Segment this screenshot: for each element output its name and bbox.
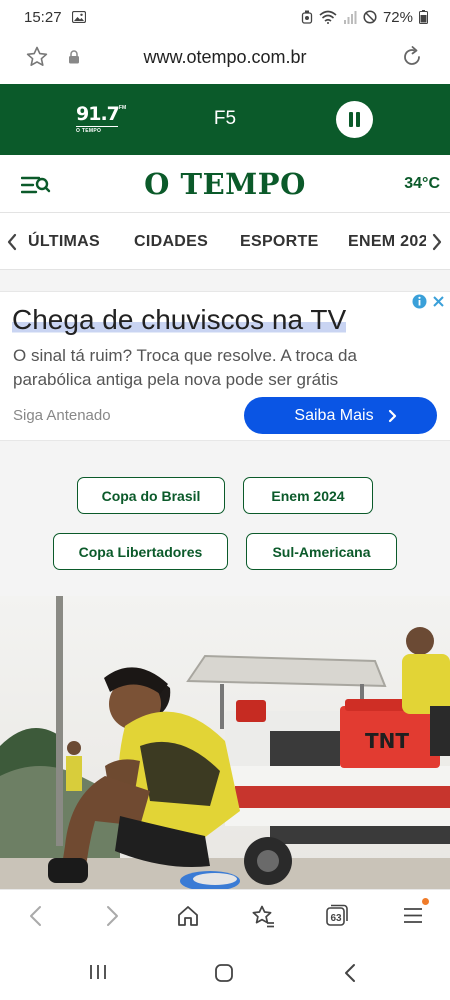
advertisement[interactable]: Chega de chuviscos na TV O sinal tá ruim… xyxy=(0,291,450,441)
pause-icon-bar-right xyxy=(356,112,360,127)
topic-chip-copa-libertadores[interactable]: Copa Libertadores xyxy=(53,533,228,570)
pause-icon-bar-left xyxy=(349,112,353,127)
bookmarks-icon[interactable] xyxy=(250,904,276,928)
radio-player-bar: 91.7FM O TEMPO F5 xyxy=(0,84,450,155)
notification-dot xyxy=(422,898,429,905)
nav-item-ultimas[interactable]: ÚLTIMAS xyxy=(28,233,100,251)
browser-address-bar: www.otempo.com.br xyxy=(0,34,450,84)
back-icon[interactable] xyxy=(26,904,46,928)
ad-headline-text: Chega de chuviscos na TV xyxy=(12,304,347,335)
battery-percent: 72% xyxy=(382,8,413,26)
radio-station-name: F5 xyxy=(213,108,237,129)
ad-body: O sinal tá ruim? Troca que resolve. A tr… xyxy=(13,346,357,389)
status-time: 15:27 xyxy=(24,8,62,26)
chevron-right-icon xyxy=(388,409,396,422)
url-field[interactable]: www.otempo.com.br xyxy=(0,47,450,68)
hamburger-menu-icon xyxy=(404,908,422,923)
ad-info-icon[interactable] xyxy=(411,293,428,310)
recent-apps-icon[interactable] xyxy=(88,963,108,981)
site-header: O TEMPO 34°C xyxy=(0,155,450,213)
status-bar: 15:27 72% xyxy=(0,0,450,34)
nav-item-esporte[interactable]: ESPORTE xyxy=(240,233,319,251)
ad-cta-label: Saiba Mais xyxy=(294,406,374,424)
alarm-icon xyxy=(301,10,313,24)
ad-cta-button[interactable]: Saiba Mais xyxy=(244,397,437,434)
topic-chip-copa-do-brasil[interactable]: Copa do Brasil xyxy=(77,477,225,514)
android-home-icon[interactable] xyxy=(214,963,234,983)
forward-icon[interactable] xyxy=(102,904,122,928)
tabs-button[interactable]: 63 xyxy=(326,904,348,926)
gallery-icon xyxy=(71,11,86,23)
temperature: 34°C xyxy=(404,175,440,192)
home-icon[interactable] xyxy=(176,904,200,928)
article-photo-image: TNT xyxy=(0,596,450,889)
nav-item-cidades[interactable]: CIDADES xyxy=(134,233,208,251)
pause-button[interactable] xyxy=(336,101,373,138)
tab-count: 63 xyxy=(330,912,342,924)
topic-chip-sul-americana[interactable]: Sul-Americana xyxy=(246,533,397,570)
ad-advertiser: Siga Antenado xyxy=(13,407,111,424)
ad-headline: Chega de chuviscos na TV xyxy=(12,304,347,336)
wifi-icon xyxy=(319,10,337,24)
cooler-label: TNT xyxy=(365,729,409,753)
do-not-disturb-icon xyxy=(363,10,377,24)
reload-icon[interactable] xyxy=(400,45,424,69)
signal-icon xyxy=(343,10,357,24)
browser-menu-button[interactable] xyxy=(402,898,429,926)
category-nav: ÚLTIMAS CIDADES ESPORTE ENEM 2024 xyxy=(0,214,450,270)
browser-toolbar: 63 xyxy=(0,889,450,945)
ad-close-icon[interactable] xyxy=(430,293,447,310)
topic-chip-enem-2024[interactable]: Enem 2024 xyxy=(243,477,373,514)
android-back-icon[interactable] xyxy=(342,963,358,983)
site-logo[interactable]: O TEMPO xyxy=(0,167,450,201)
article-photo[interactable]: TNT xyxy=(0,596,450,889)
nav-item-enem[interactable]: ENEM 2024 xyxy=(348,233,426,251)
nav-prev-icon[interactable] xyxy=(6,233,18,251)
android-nav-bar xyxy=(0,945,450,1000)
battery-icon xyxy=(419,10,428,24)
nav-next-icon[interactable] xyxy=(431,233,443,251)
